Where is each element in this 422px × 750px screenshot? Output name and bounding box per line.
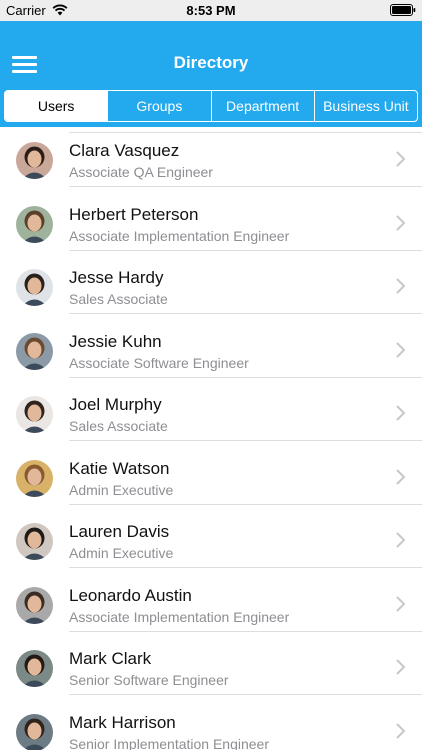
status-bar: Carrier 8:53 PM (0, 0, 422, 21)
user-job-title: Associate Implementation Engineer (69, 227, 290, 244)
chevron-right-icon (396, 215, 406, 231)
chevron-right-icon (396, 596, 406, 612)
tab-users-label: Users (37, 98, 75, 114)
user-job-title: Senior Software Engineer (69, 672, 229, 688)
directory-segmented-control: Users Groups Department Business Unit (4, 90, 418, 122)
page-title: Directory (173, 53, 249, 72)
list-item[interactable]: Clara Vasquez Associate QA Engineer (0, 127, 422, 187)
chevron-right-icon (396, 469, 406, 485)
avatar (16, 332, 53, 370)
avatar (16, 205, 53, 243)
list-item[interactable]: Herbert Peterson Associate Implementation… (0, 187, 422, 251)
list-item[interactable]: Jesse Hardy Sales Associate (0, 250, 422, 314)
chevron-right-icon (396, 342, 406, 358)
chevron-right-icon (396, 278, 406, 294)
avatar (16, 396, 53, 433)
user-list[interactable]: Clara Vasquez Associate QA Engineer Herber… (0, 127, 422, 750)
chevron-right-icon (396, 532, 406, 548)
user-job-title: Associate Software Engineer (69, 354, 249, 371)
user-job-title: Admin Executive (69, 481, 174, 498)
chevron-right-icon (396, 151, 406, 167)
list-item[interactable]: Mark Harrison Senior Implementation Engin… (0, 695, 422, 750)
user-job-title: Sales Associate (69, 418, 168, 434)
chevron-right-icon (396, 723, 406, 739)
user-job-title: Associate QA Engineer (69, 164, 213, 180)
tab-groups-label: Groups (136, 98, 183, 114)
tab-business-unit-label: Business Unit (323, 98, 409, 114)
chevron-right-icon (396, 405, 406, 421)
avatar (16, 713, 53, 750)
user-name: Katie Watson (69, 458, 170, 478)
user-name: Jessie Kuhn (69, 331, 162, 351)
avatar (16, 586, 53, 624)
user-name: Jesse Hardy (69, 268, 164, 287)
tab-users[interactable]: Users (5, 91, 108, 121)
avatar (16, 269, 53, 306)
user-name: Clara Vasquez (69, 141, 180, 160)
user-name: Lauren Davis (69, 522, 170, 541)
user-name: Herbert Peterson (69, 204, 199, 224)
list-item[interactable]: Katie Watson Admin Executive (0, 441, 422, 505)
list-item[interactable]: Mark Clark Senior Software Engineer (0, 631, 422, 695)
user-name: Mark Clark (69, 649, 152, 668)
tab-business-unit[interactable]: Business Unit (313, 91, 417, 121)
tab-department-label: Department (226, 98, 300, 114)
user-job-title: Admin Executive (69, 545, 174, 561)
status-time: 8:53 PM (186, 3, 236, 18)
avatar (16, 459, 53, 497)
user-job-title: Sales Associate (69, 291, 168, 307)
tab-department[interactable]: Department (210, 91, 314, 121)
chevron-right-icon (396, 659, 406, 675)
user-name: Joel Murphy (69, 395, 162, 414)
list-item[interactable]: Leonardo Austin Associate Implementation … (0, 568, 422, 632)
list-item[interactable]: Joel Murphy Sales Associate (0, 377, 422, 441)
avatar (16, 142, 53, 179)
user-job-title: Associate Implementation Engineer (69, 608, 290, 625)
list-item[interactable]: Jessie Kuhn Associate Software Engineer (0, 314, 422, 378)
user-job-title: Senior Implementation Engineer (69, 735, 270, 750)
tab-groups[interactable]: Groups (107, 91, 210, 121)
list-item[interactable]: Lauren Davis Admin Executive (0, 504, 422, 568)
battery-icon (390, 4, 416, 16)
user-name: Leonardo Austin (69, 585, 192, 605)
navigation-bar: Directory Users Groups Department Busine… (0, 21, 422, 127)
avatar (16, 650, 53, 687)
user-name: Mark Harrison (69, 712, 176, 732)
avatar (16, 523, 53, 560)
